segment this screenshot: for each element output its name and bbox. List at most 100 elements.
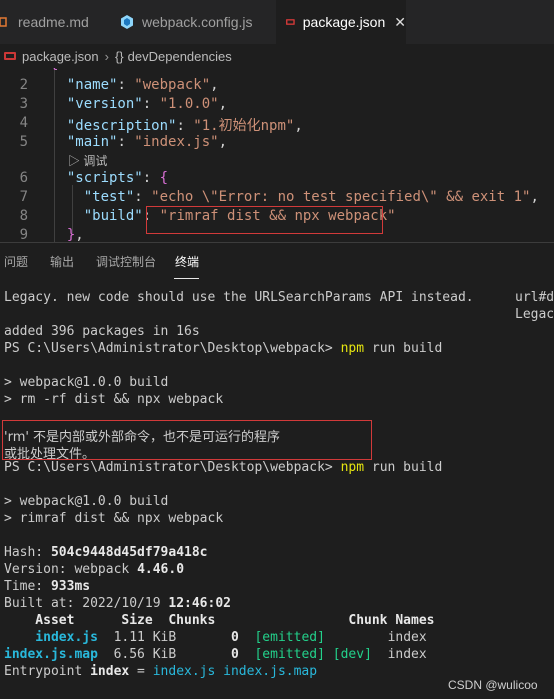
hash-value: 504c9448d45df79a418c	[50, 545, 208, 560]
close-icon[interactable]: ✕	[394, 14, 406, 31]
asset-size: 6.56 KiB	[113, 647, 177, 662]
terminal-line: added 396 packages in 16s	[4, 324, 200, 339]
line-number: 5	[19, 134, 28, 150]
table-header: Asset Size Chunks Chunk Names	[4, 613, 435, 628]
json-value: "1.0.0"	[159, 96, 219, 112]
terminal-line-right: Legacy	[515, 307, 554, 322]
time-value: 933ms	[50, 579, 91, 594]
tab-label: package.json	[302, 14, 386, 30]
breadcrumb: package.json › {} devDependencies	[0, 44, 554, 68]
code-line-9: },	[66, 227, 84, 242]
built-value: 12:46:02	[168, 596, 231, 611]
tab-terminal[interactable]: 终端	[175, 253, 199, 270]
editor-tab-bar: readme.md webpack.config.js package.json…	[0, 0, 554, 44]
code-editor[interactable]: { 2 "name": "webpack", 3 "version": "1.0…	[0, 68, 554, 242]
json-key: "name"	[66, 77, 118, 93]
command: npm	[340, 460, 365, 475]
json-key: "scripts"	[66, 170, 143, 186]
prompt: PS C:\Users\Administrator\Desktop\webpac…	[4, 460, 333, 475]
chunk-names: index	[387, 630, 427, 645]
json-key: "main"	[66, 134, 118, 150]
version-line: Version: webpack 4.46.0	[4, 562, 184, 577]
chunk-names: index	[387, 647, 427, 662]
tab-readme[interactable]: readme.md	[0, 0, 102, 44]
tab-debug-console[interactable]: 调试控制台	[96, 253, 156, 270]
entry-name: index	[90, 664, 130, 679]
debug-codelens[interactable]: ▷ 调试	[68, 152, 107, 169]
tab-problems[interactable]: 问题	[4, 253, 28, 270]
tab-label: readme.md	[18, 14, 89, 30]
json-icon	[286, 19, 295, 25]
label: Hash:	[4, 545, 51, 560]
code-line-6: "scripts": {	[66, 170, 169, 186]
terminal-output[interactable]: Legacy. new code should use the URLSearc…	[0, 281, 554, 699]
webpack-icon	[121, 15, 133, 29]
tab-label: webpack.config.js	[142, 14, 253, 30]
watermark: CSDN @wulicoo	[448, 678, 538, 692]
line-number: 8	[19, 208, 28, 224]
command-args: run build	[371, 460, 443, 475]
label: Entrypoint	[4, 664, 91, 679]
json-value: "webpack"	[134, 77, 211, 93]
hash-line: Hash: 504c9448d45df79a418c	[4, 545, 208, 560]
terminal-line: > rm -rf dist && npx webpack	[4, 392, 224, 407]
code-line-5: "main": "index.js",	[66, 134, 228, 150]
breadcrumb-symbol[interactable]: devDependencies	[128, 49, 232, 64]
chevron-right-icon: ›	[104, 48, 109, 64]
breadcrumb-file[interactable]: package.json	[22, 49, 99, 64]
json-key: "description"	[66, 118, 177, 134]
line-number: 7	[19, 189, 28, 205]
asset-name: index.js.map	[4, 647, 98, 662]
line-number: 2	[19, 77, 28, 93]
emitted-flag: [emitted]	[254, 630, 325, 645]
panel-tab-bar: 问题 输出 调试控制台 终端	[0, 243, 554, 281]
code-line-3: "version": "1.0.0",	[66, 96, 228, 112]
highlight-box-build	[146, 206, 383, 234]
terminal-line-right: url#de	[515, 290, 554, 305]
equals: =	[129, 664, 153, 679]
table-row: index.js 1.11 KiB 0 [emitted] index	[4, 630, 427, 645]
json-key: "test"	[83, 189, 135, 205]
entrypoint-line: Entrypoint index = index.js index.js.map	[4, 664, 317, 679]
json-value: "echo \"Error: no test specified\" && ex…	[151, 189, 531, 205]
label: Time:	[4, 579, 51, 594]
tab-webpack-config[interactable]: webpack.config.js	[106, 0, 276, 44]
entry-files: index.js index.js.map	[152, 664, 318, 679]
terminal-line: Legacy. new code should use the URLSearc…	[4, 290, 474, 305]
code-line-4: "description": "1.初始化npm",	[66, 118, 303, 134]
terminal-line: > rimraf dist && npx webpack	[4, 511, 224, 526]
code-line-7: "test": "echo \"Error: no test specified…	[83, 189, 539, 205]
tab-package-json[interactable]: package.json ✕	[276, 0, 406, 44]
json-key: "build"	[83, 208, 143, 224]
terminal-prompt-line: PS C:\Users\Administrator\Desktop\webpac…	[4, 341, 442, 356]
json-value: "1.初始化npm"	[193, 118, 295, 134]
chunk-id: 0	[231, 630, 239, 645]
command: npm	[340, 341, 365, 356]
braces-icon: {}	[114, 48, 124, 64]
time-line: Time: 933ms	[4, 579, 90, 594]
markdown-icon	[0, 17, 7, 27]
chunk-id: 0	[231, 647, 239, 662]
table-row: index.js.map 6.56 KiB 0 [emitted] [dev] …	[4, 647, 427, 662]
line-number: 6	[19, 170, 28, 186]
asset-name: index.js	[4, 630, 98, 645]
active-tab-indicator	[174, 278, 199, 279]
emitted-flag: [emitted]	[254, 647, 325, 662]
label: Version: webpack	[4, 562, 138, 577]
highlight-box-error	[2, 420, 372, 460]
dev-flag: [dev]	[332, 647, 372, 662]
json-icon	[4, 52, 16, 60]
tab-output[interactable]: 输出	[50, 253, 74, 270]
version-value: 4.46.0	[137, 562, 185, 577]
terminal-prompt-line: PS C:\Users\Administrator\Desktop\webpac…	[4, 460, 442, 475]
line-number: 3	[19, 96, 28, 112]
asset-size: 1.11 KiB	[113, 630, 177, 645]
code-line-2: "name": "webpack",	[66, 77, 219, 93]
json-value: "index.js"	[134, 134, 219, 150]
built-line: Built at: 2022/10/19 12:46:02	[4, 596, 231, 611]
prompt: PS C:\Users\Administrator\Desktop\webpac…	[4, 341, 333, 356]
terminal-line: > webpack@1.0.0 build	[4, 375, 169, 390]
command-args: run build	[371, 341, 443, 356]
line-number: 4	[19, 115, 28, 131]
terminal-line: > webpack@1.0.0 build	[4, 494, 169, 509]
